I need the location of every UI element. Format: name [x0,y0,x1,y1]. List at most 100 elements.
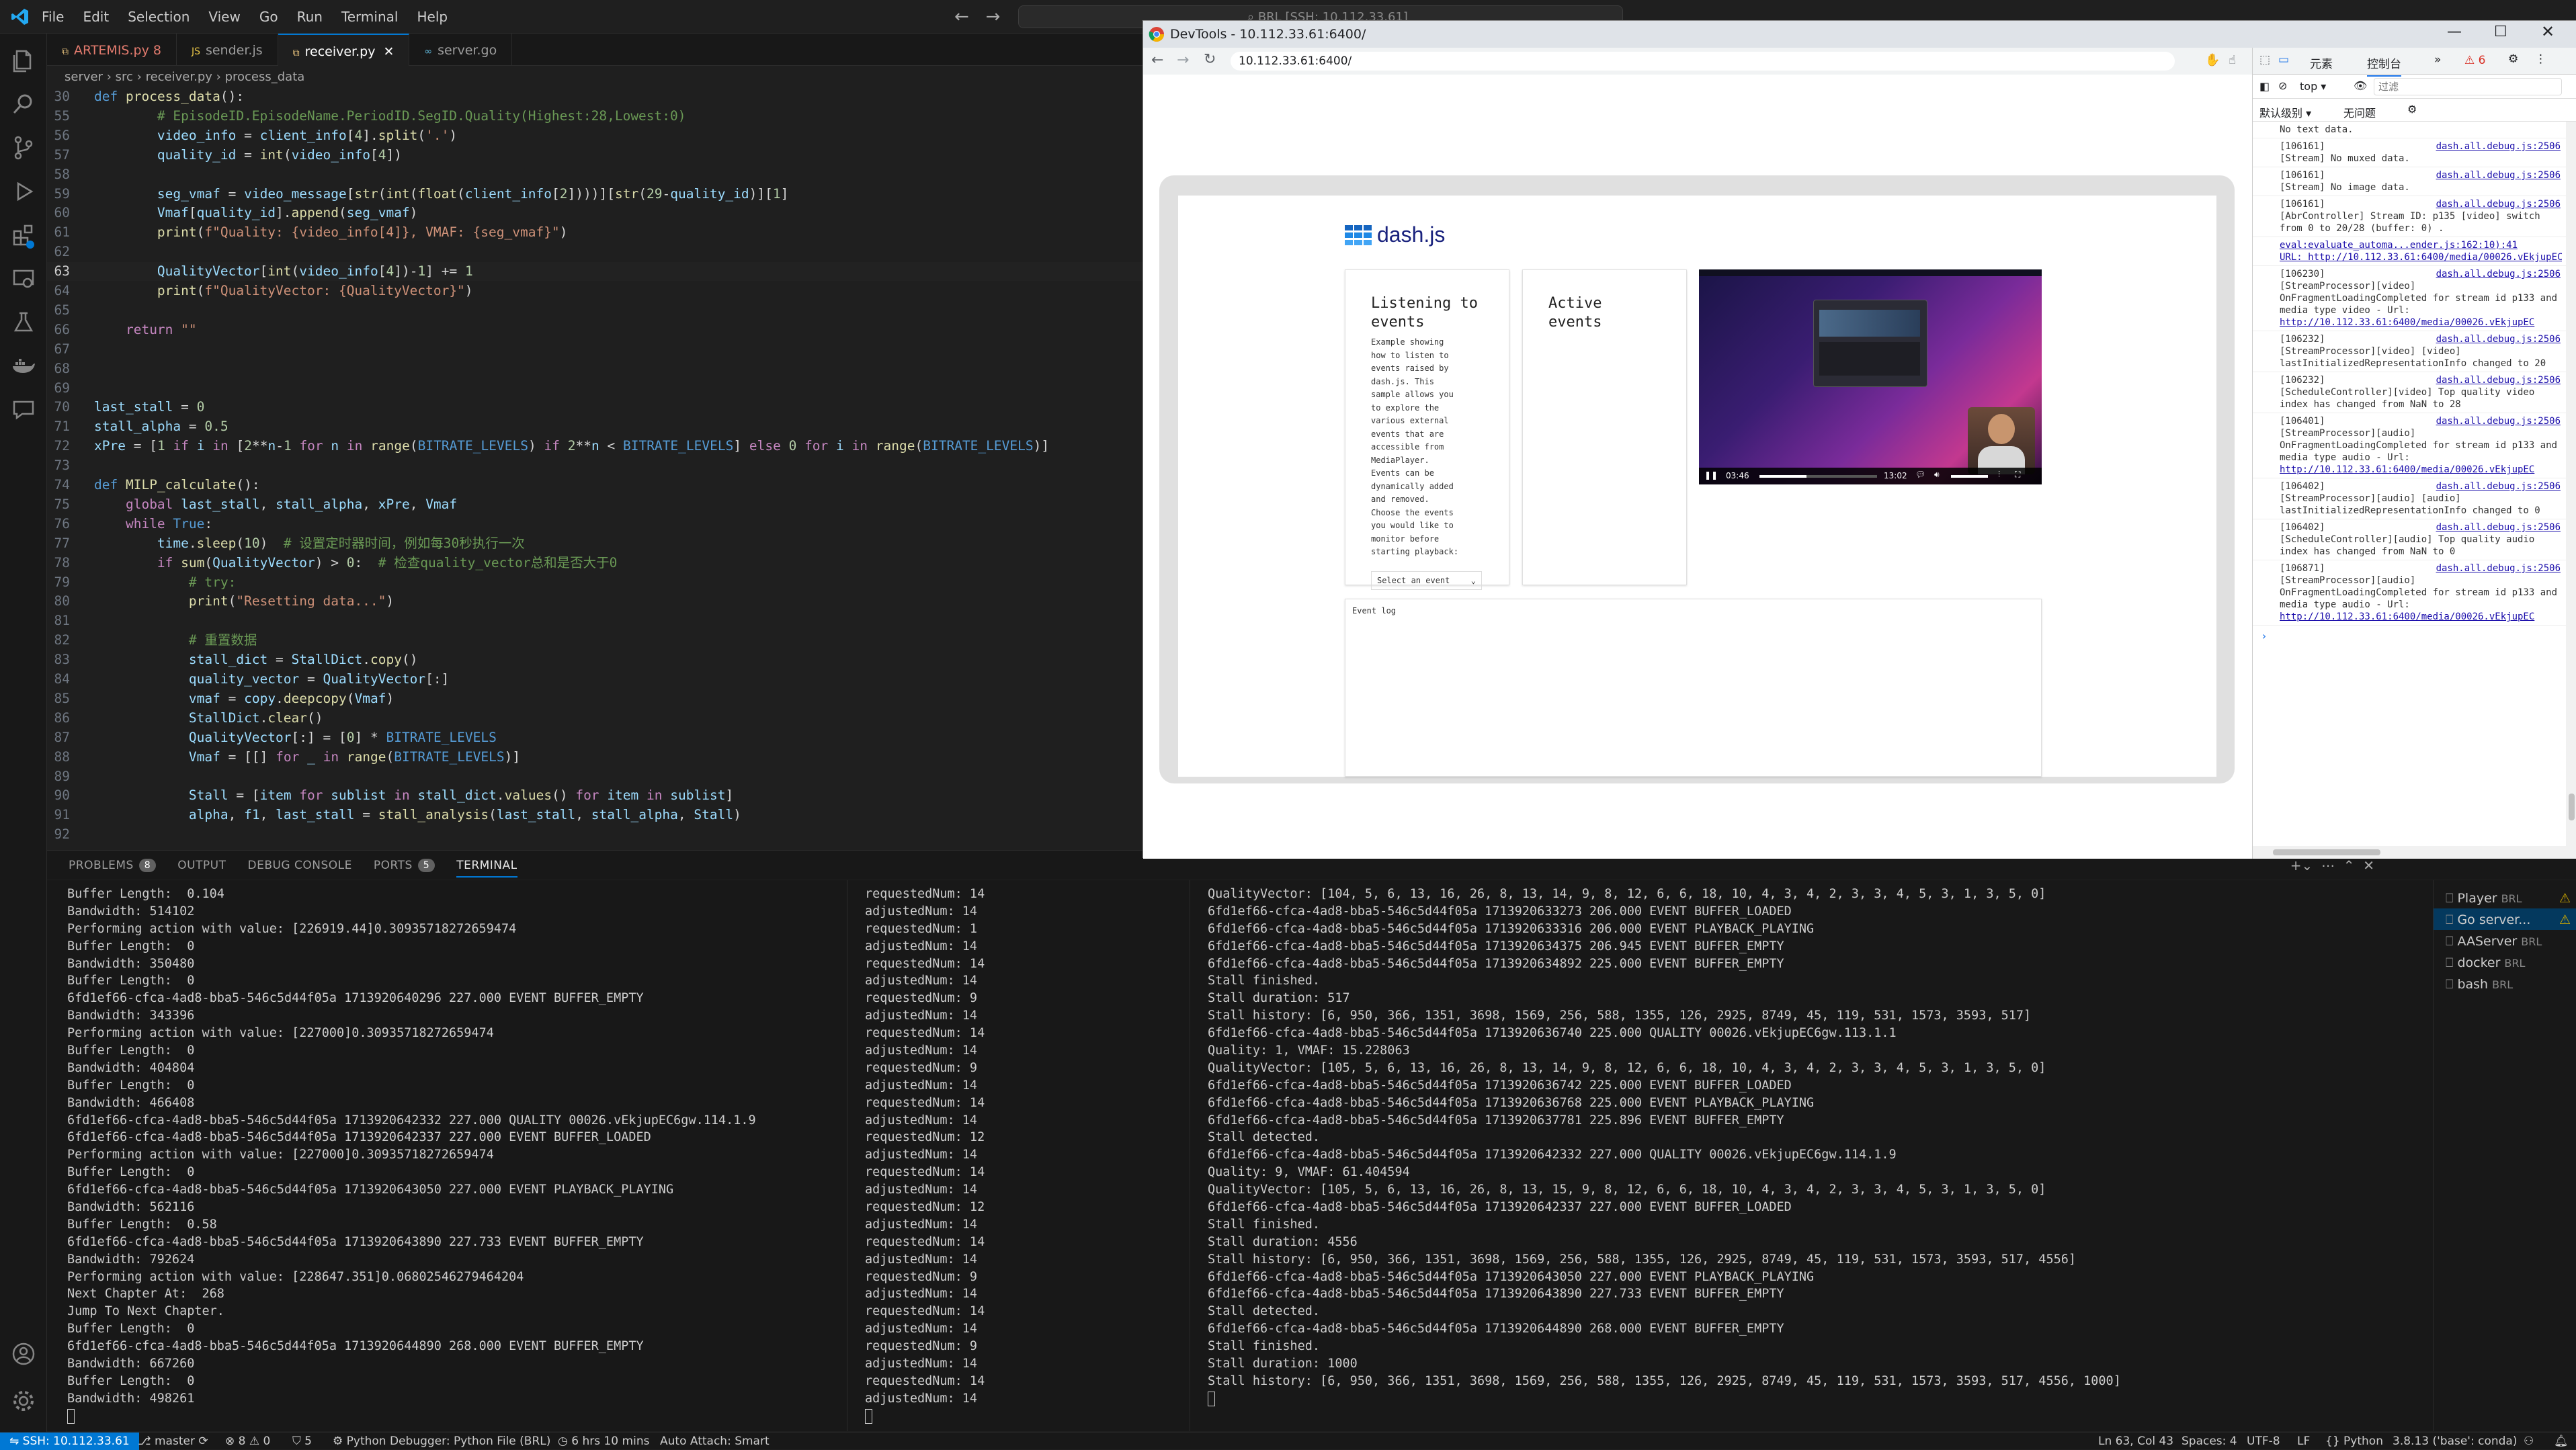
forward-arrow-icon[interactable]: → [986,7,1001,27]
code-line[interactable]: 82 # 重置数据 [47,631,1142,650]
panel-tab-debug-console[interactable]: DEBUG CONSOLE [248,859,352,872]
code-line[interactable]: 56 video_info = client_info[4].split('.'… [47,126,1142,145]
new-terminal-icon[interactable]: +⌄ [2290,857,2313,873]
menu-help[interactable]: Help [417,9,448,25]
code-line[interactable]: 81 [47,611,1142,630]
volume-icon[interactable]: 🔊︎ [1934,470,1940,480]
inspect-element-icon[interactable]: ⬚ [2259,53,2270,67]
console-url-link[interactable]: http://10.112.33.61:6400/media/00026.vEk… [2280,464,2534,475]
code-line[interactable]: 55 # EpisodeID.EpisodeName.PeriodID.SegI… [47,107,1142,126]
terminal-pane-3[interactable]: QualityVector: [104, 5, 6, 13, 16, 26, 8… [1208,886,2121,1406]
explorer-icon[interactable] [10,47,37,74]
console-messages[interactable]: No text data. dash.all.debug.js:2506 [1061… [2253,122,2566,834]
code-line[interactable]: 71 stall_alpha = 0.5 [47,417,1142,436]
tab-sender-js[interactable]: JS sender.js [177,34,278,66]
code-line[interactable]: 87 QualityVector[:] = [0] * BITRATE_LEVE… [47,728,1142,747]
console-source-link[interactable]: dash.all.debug.js:2506 [2436,268,2561,280]
code-line[interactable]: 74 def MILP_calculate(): [47,476,1142,495]
code-line[interactable]: 77 time.sleep(10) # 设置定时器时间，例如每30秒执行一次 [47,534,1142,553]
code-line[interactable]: 86 StallDict.clear() [47,709,1142,728]
breadcrumb-item[interactable]: src [116,70,133,84]
close-icon[interactable]: ✕ [383,44,394,59]
tab-console[interactable]: 控制台 [2367,54,2401,77]
ports-indicator[interactable]: ⛉ 5 [292,1435,312,1448]
more-tabs-icon[interactable]: » [2434,53,2441,67]
console-source-link[interactable]: dash.all.debug.js:2506 [2436,140,2561,153]
code-line[interactable]: 58 [47,165,1142,184]
tab-elements[interactable]: 元素 [2310,54,2333,71]
tab-artemis-py[interactable]: ⧉ ARTEMIS.py 8 [47,34,177,66]
maximize-panel-icon[interactable]: ⌃ [2343,857,2355,873]
python-interpreter[interactable]: 3.8.13 ('base': conda) [2393,1435,2517,1448]
code-line[interactable]: 72 xPre = [1 if i in [2**n-1 for n in ran… [47,437,1142,456]
maximize-icon[interactable]: ☐ [2494,24,2507,40]
tab-server-go[interactable]: ∞ server.go [409,34,513,66]
code-line[interactable]: 30 def process_data(): [47,87,1142,106]
code-line[interactable]: 90 Stall = [item for sublist in stall_di… [47,786,1142,805]
auto-attach[interactable]: Auto Attach: Smart [660,1435,770,1448]
device-toolbar-icon[interactable]: ▭ [2278,53,2289,67]
code-line[interactable]: 59 seg_vmaf = video_message[str(int(floa… [47,185,1142,204]
code-line[interactable]: 67 [47,340,1142,359]
video-seek-bar[interactable] [1759,475,1877,478]
code-line[interactable]: 70 last_stall = 0 [47,398,1142,417]
console-source-link[interactable]: dash.all.debug.js:2506 [2436,333,2561,345]
settings-gear-icon[interactable]: ⚙ [2508,52,2518,66]
code-line[interactable]: 60 Vmaf[quality_id].append(seg_vmaf) [47,204,1142,222]
console-source-link[interactable]: dash.all.debug.js:2506 [2436,198,2561,210]
terminal-list-item[interactable]: ⎕ Player BRL ⚠ [2434,887,2576,908]
extensions-icon[interactable] [10,222,37,249]
pause-icon[interactable]: ❚❚ [1704,470,1718,480]
terminal-pane-2[interactable]: requestedNum: 14 adjustedNum: 14 requested… [865,886,985,1424]
code-line[interactable]: 63 QualityVector[int(video_info[4])-1] +… [47,262,1142,282]
console-source-link[interactable]: dash.all.debug.js:2506 [2436,415,2561,427]
sidebar-toggle-icon[interactable]: ◧ [2259,80,2270,93]
console-source-link[interactable]: dash.all.debug.js:2506 [2436,480,2561,493]
console-source-link[interactable]: dash.all.debug.js:2506 [2436,562,2561,574]
context-select[interactable]: top ▾ [2300,80,2326,93]
console-hscrollbar-thumb[interactable] [2273,849,2380,855]
remote-explorer-icon[interactable] [10,265,37,292]
code-line[interactable]: 75 global last_stall, stall_alpha, xPre,… [47,495,1142,514]
breadcrumb-item[interactable]: process_data [225,70,305,84]
code-line[interactable]: 73 [47,456,1142,475]
menu-go[interactable]: Go [259,9,278,25]
issues-label[interactable]: 无问题 [2343,104,2376,120]
code-line[interactable]: 91 alpha, f1, last_stall = stall_analysi… [47,806,1142,824]
console-source-link[interactable]: dash.all.debug.js:2506 [2436,521,2561,534]
menu-run[interactable]: Run [297,9,323,25]
forward-icon[interactable]: → [1177,52,1189,69]
code-line[interactable]: 64 print(f"QualityVector: {QualityVector… [47,282,1142,300]
url-input[interactable]: 10.112.33.61:6400/ [1231,52,2175,71]
code-line[interactable]: 69 [47,379,1142,398]
panel-tab-ports[interactable]: PORTS 5 [374,858,435,872]
console-hscrollbar[interactable] [2253,846,2576,859]
code-line[interactable]: 66 return "" [47,321,1142,339]
encoding[interactable]: UTF-8 [2247,1435,2280,1448]
console-url-link[interactable]: http://10.112.33.61:6400/media/00026.vEk… [2280,611,2534,622]
eol[interactable]: LF [2297,1435,2310,1448]
back-icon[interactable]: ← [1151,52,1163,69]
touch-icon[interactable]: ☝ [2229,53,2236,67]
terminal-list-item[interactable]: ⎕ docker BRL [2434,951,2576,973]
video-player[interactable]: ❚❚ 03:46 13:02 💬︎ 🔊︎ ⫶ ⛶ [1699,269,2042,484]
source-control-icon[interactable] [10,134,37,161]
console-scrollbar[interactable] [2566,122,2576,847]
menu-file[interactable]: File [42,9,64,25]
console-settings-icon[interactable]: ⚙ [2407,103,2417,116]
account-icon[interactable] [10,1340,37,1367]
terminal-list-item[interactable]: ⎕ Go server... ⚠ [2434,908,2576,930]
code-line[interactable]: 84 quality_vector = QualityVector[:] [47,670,1142,689]
terminal[interactable]: Buffer Length: 0.104 Bandwidth: 514102 Per… [47,880,2433,1431]
console-prompt[interactable]: › [2253,626,2566,642]
terminal-list-item[interactable]: ⎕ bash BRL [2434,973,2576,994]
back-arrow-icon[interactable]: ← [954,7,969,27]
console-source-link[interactable]: dash.all.debug.js:2506 [2436,374,2561,386]
minimize-icon[interactable]: — [2447,24,2462,40]
live-expression-icon[interactable]: 👁︎ [2354,79,2367,92]
code-line[interactable]: 65 [47,301,1142,320]
menu-view[interactable]: View [208,9,240,25]
console-url-link[interactable]: http://10.112.33.61:6400/media/00026.vEk… [2280,317,2534,328]
menu-edit[interactable]: Edit [83,9,109,25]
event-select[interactable]: Select an event ⌄ [1371,570,1482,590]
